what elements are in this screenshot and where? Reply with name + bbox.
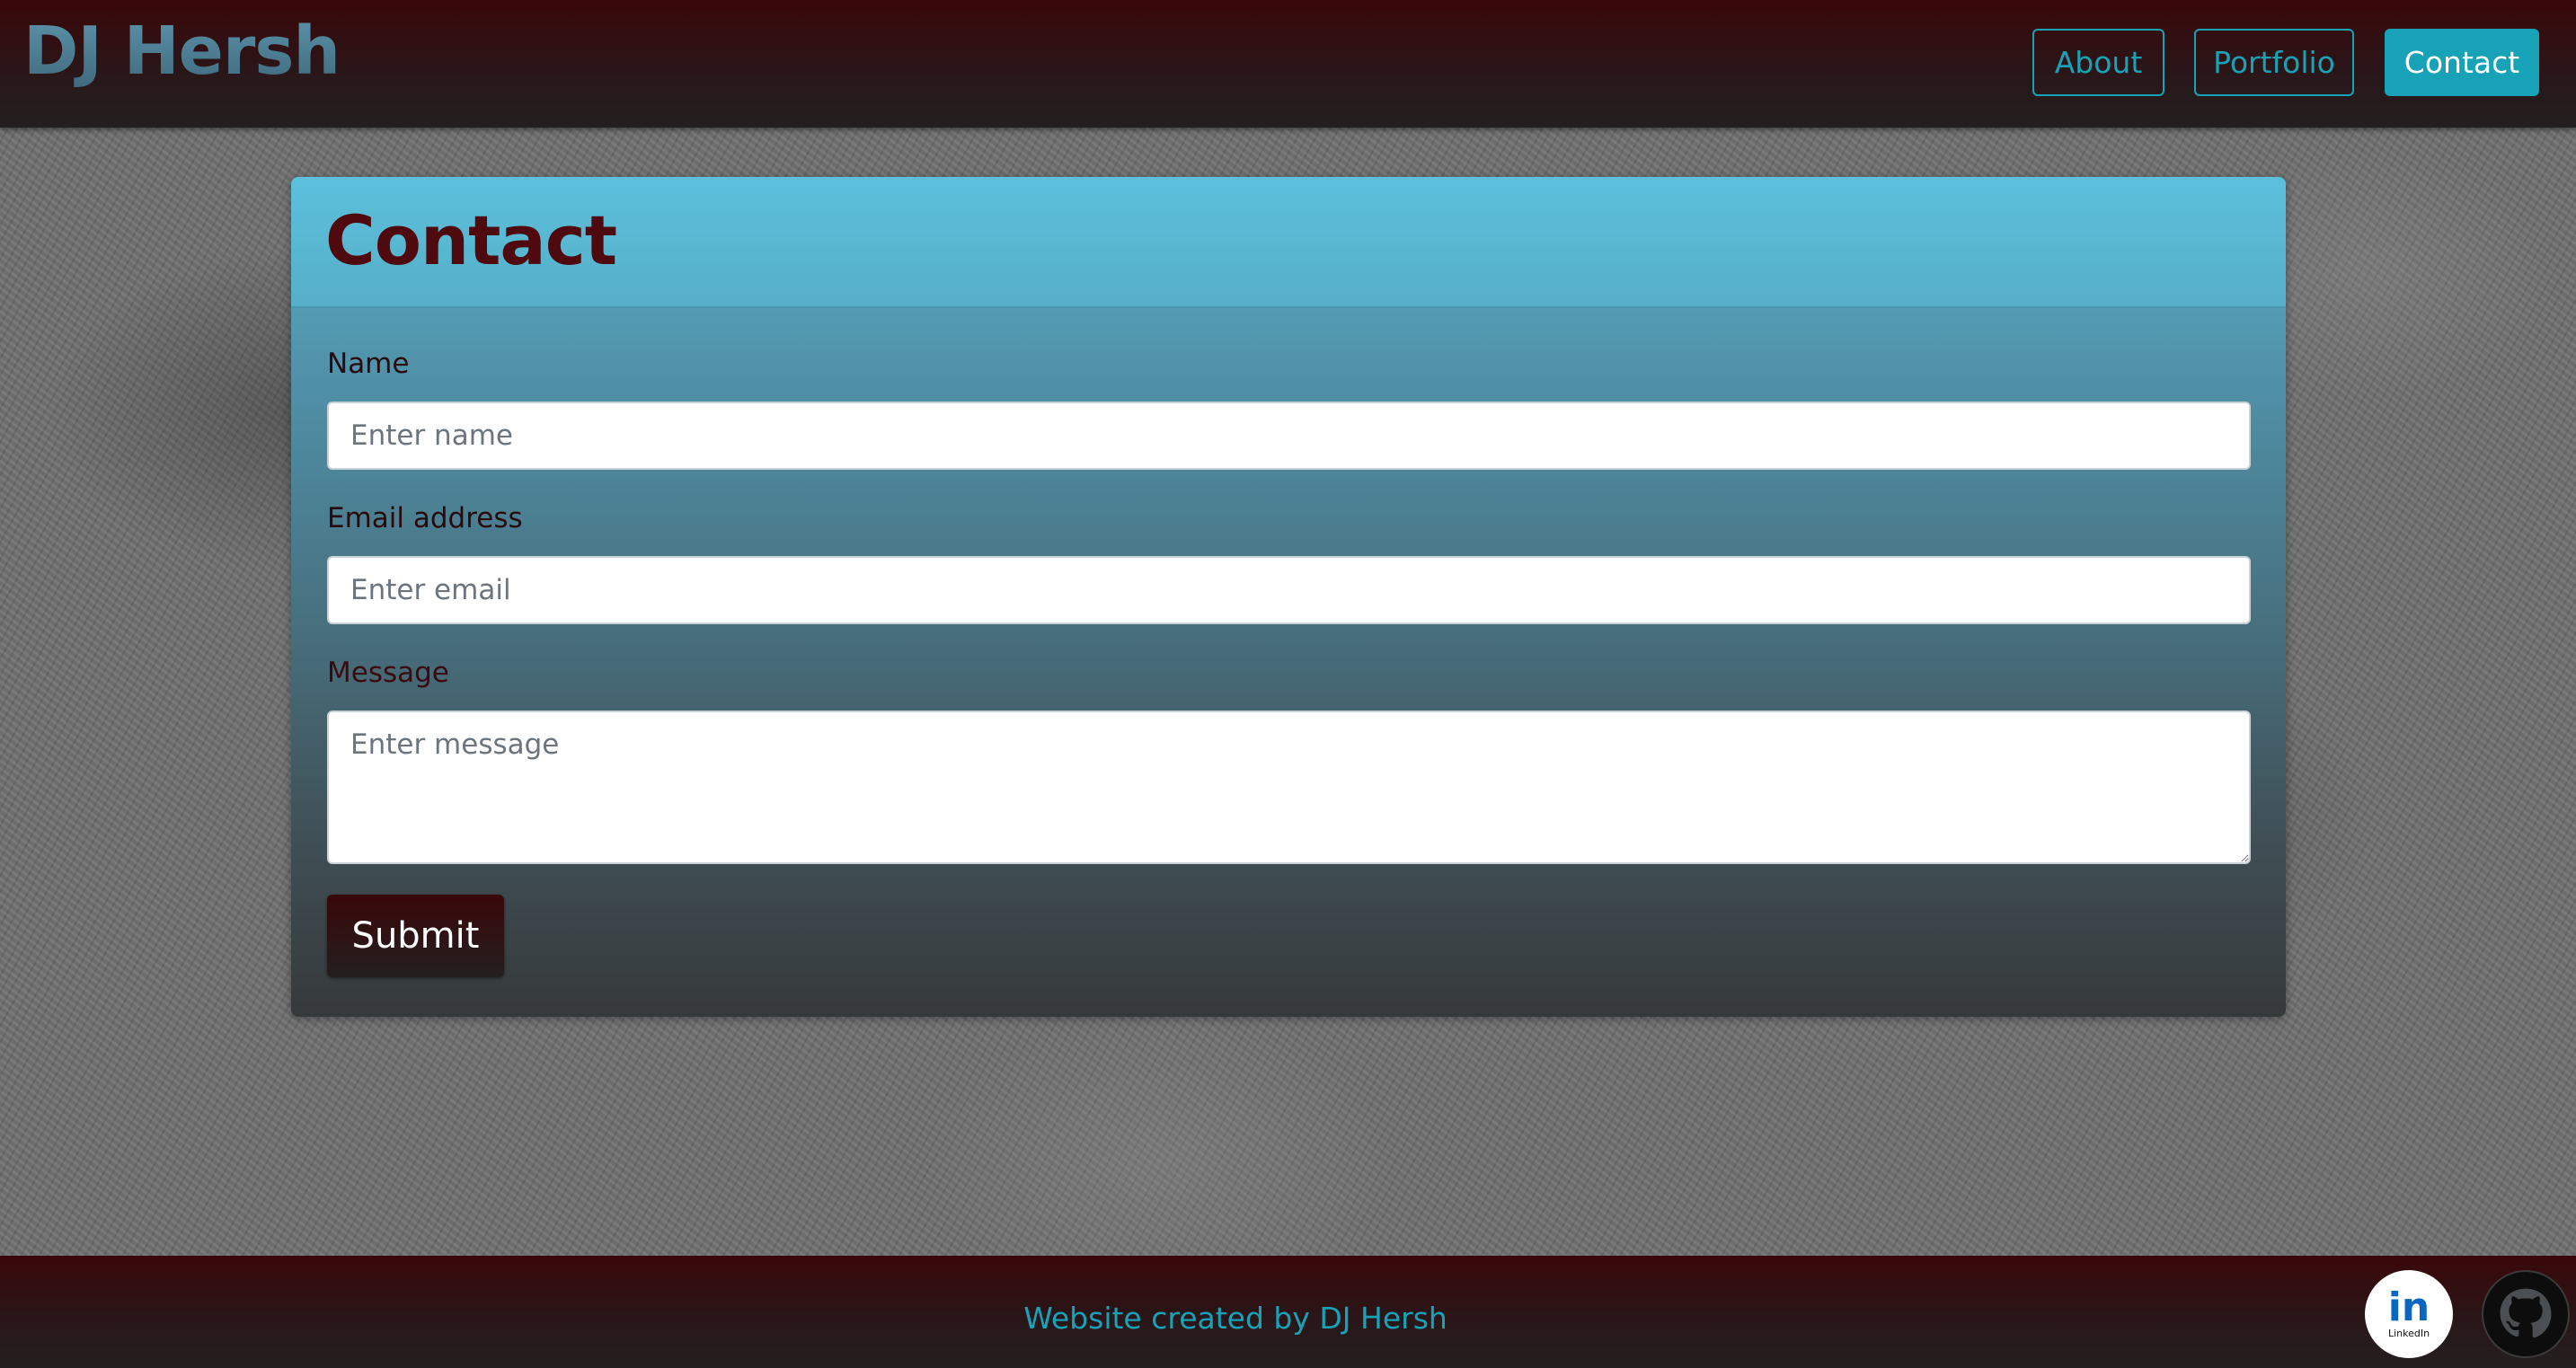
message-label: Message xyxy=(327,657,449,689)
card-header: Contact xyxy=(291,177,2286,308)
site-brand[interactable]: DJ Hersh xyxy=(23,13,341,90)
page-title: Contact xyxy=(325,200,617,280)
footer-credit: Website created by DJ Hersh xyxy=(1023,1301,1447,1336)
page-footer: Website created by DJ Hersh in LinkedIn xyxy=(0,1256,2576,1368)
linkedin-logo-text: in xyxy=(2387,1284,2430,1330)
github-octocat-icon xyxy=(2500,1288,2552,1338)
nav-portfolio-button[interactable]: Portfolio xyxy=(2194,29,2354,96)
name-input[interactable] xyxy=(327,402,2251,470)
github-icon[interactable] xyxy=(2482,1270,2570,1358)
linkedin-logo-subtext: LinkedIn xyxy=(2387,1328,2430,1339)
linkedin-icon[interactable]: in LinkedIn xyxy=(2365,1270,2453,1358)
message-textarea[interactable] xyxy=(327,710,2251,864)
email-input[interactable] xyxy=(327,556,2251,624)
top-navbar: DJ Hersh About Portfolio Contact xyxy=(0,0,2576,128)
email-label: Email address xyxy=(327,502,523,534)
submit-button[interactable]: Submit xyxy=(327,895,504,977)
name-label: Name xyxy=(327,348,410,380)
contact-card: Contact Name Email address Message Submi… xyxy=(291,177,2286,1017)
nav-contact-button[interactable]: Contact xyxy=(2385,29,2539,96)
nav-about-button[interactable]: About xyxy=(2032,29,2164,96)
